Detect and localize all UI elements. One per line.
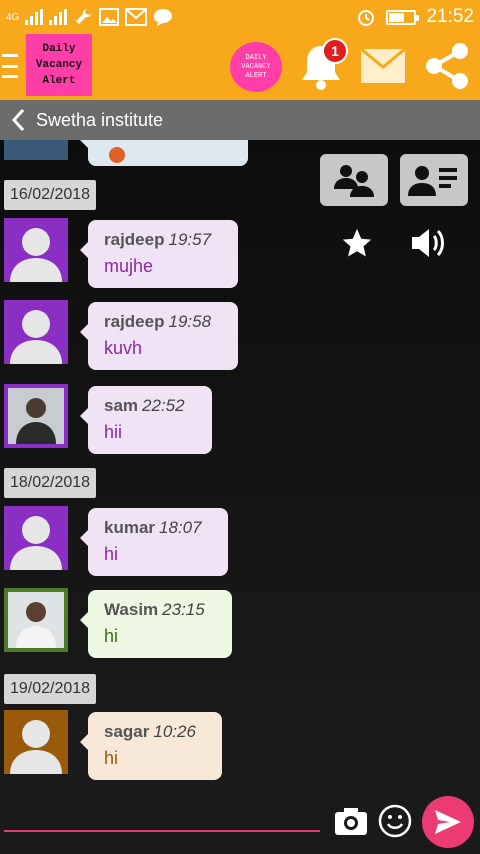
status-bar: 4G 21:52 — [0, 0, 480, 34]
contact-card-icon — [408, 166, 457, 196]
emoji-sticker-icon — [109, 147, 125, 163]
sender-name: rajdeep — [104, 230, 165, 249]
message-bubble[interactable]: rajdeep 19:58 kuvh — [80, 302, 238, 370]
date-separator: 18/02/2018 — [4, 468, 97, 498]
message-time: 19:57 — [168, 230, 212, 249]
app-logo[interactable]: Daily Vacancy Alert — [26, 34, 92, 96]
message-bubble[interactable]: sam 22:52 hii — [80, 386, 212, 454]
avatar[interactable] — [4, 384, 68, 448]
default-avatar-icon — [10, 516, 62, 570]
message-text: hi — [104, 748, 119, 768]
photo-avatar-icon — [8, 388, 64, 444]
message-bubble[interactable]: Wasim 23:15 hi — [80, 590, 232, 658]
message-time: 10:26 — [153, 722, 196, 741]
round-logo-text: DAILY VACANCY ALERT — [241, 53, 271, 80]
avatar[interactable] — [4, 300, 68, 364]
sender-name: sam — [104, 396, 139, 415]
default-avatar-icon — [10, 720, 62, 774]
message-time: 19:58 — [168, 312, 212, 331]
default-avatar-icon — [10, 228, 62, 282]
message-text: hii — [104, 422, 123, 442]
sender-name: kumar — [104, 518, 156, 537]
message-text: kuvh — [104, 338, 143, 358]
chat-title: Swetha institute — [36, 109, 164, 130]
chat-title-bar: Swetha institute — [0, 100, 480, 140]
chevron-left-icon — [11, 108, 25, 132]
send-button[interactable] — [422, 796, 474, 848]
contact-info-button[interactable] — [400, 154, 468, 206]
message-bubble[interactable]: sagar 10:26 hi — [80, 712, 222, 780]
share-icon[interactable] — [424, 42, 470, 90]
chat-area[interactable]: 16/02/2018 rajdeep 19:57 mujhe rajdeep 19:… — [0, 140, 480, 794]
back-button[interactable] — [0, 100, 36, 140]
sender-name: Wasim — [104, 600, 159, 619]
avatar[interactable] — [4, 588, 68, 652]
date-separator: 16/02/2018 — [4, 180, 97, 210]
network-type: 4G — [6, 11, 20, 23]
message-time: 22:52 — [142, 396, 185, 415]
wrench-icon — [76, 8, 92, 24]
signal-icon — [25, 9, 44, 25]
chat-bubble-icon — [154, 9, 173, 26]
message-text: hi — [104, 626, 119, 646]
date-separator: 19/02/2018 — [4, 674, 97, 704]
status-time: 21:52 — [426, 6, 474, 27]
gmail-icon — [125, 8, 148, 26]
message-bubble[interactable]: rajdeep 19:57 mujhe — [80, 220, 238, 288]
avatar[interactable] — [4, 218, 68, 282]
photo-avatar-icon — [8, 592, 64, 648]
avatar[interactable] — [4, 140, 68, 160]
sender-name: sagar — [104, 722, 150, 741]
group-icon — [334, 165, 374, 197]
emoji-icon[interactable] — [378, 804, 412, 838]
input-underline — [4, 830, 320, 832]
send-icon — [435, 810, 461, 834]
avatar[interactable] — [4, 506, 68, 570]
mail-icon[interactable] — [360, 48, 406, 84]
default-avatar-icon — [10, 310, 62, 364]
logo-text: Daily Vacancy Alert — [35, 43, 83, 87]
message-text: hi — [104, 544, 119, 564]
message-bubble[interactable]: kumar 18:07 hi — [80, 508, 228, 576]
message-text: mujhe — [104, 256, 154, 276]
message-input[interactable] — [8, 800, 318, 830]
hamburger-icon[interactable] — [2, 54, 18, 78]
star-icon[interactable] — [340, 226, 374, 260]
notification-badge: 1 — [322, 38, 348, 64]
message-time: 18:07 — [159, 518, 202, 537]
group-members-button[interactable] — [320, 154, 388, 206]
alarm-icon — [358, 10, 375, 26]
app-header: Daily Vacancy Alert DAILY VACANCY ALERT … — [0, 34, 480, 100]
signal-icon-2 — [49, 9, 68, 25]
avatar[interactable] — [4, 710, 68, 774]
image-icon — [99, 8, 120, 26]
camera-icon[interactable] — [334, 806, 368, 836]
message-time: 23:15 — [162, 600, 205, 619]
message-bubble-partial[interactable] — [80, 140, 248, 166]
sender-name: rajdeep — [104, 312, 165, 331]
speaker-icon[interactable] — [410, 226, 446, 260]
round-logo[interactable]: DAILY VACANCY ALERT — [230, 42, 282, 92]
message-input-bar — [0, 794, 480, 854]
battery-icon — [386, 9, 420, 25]
